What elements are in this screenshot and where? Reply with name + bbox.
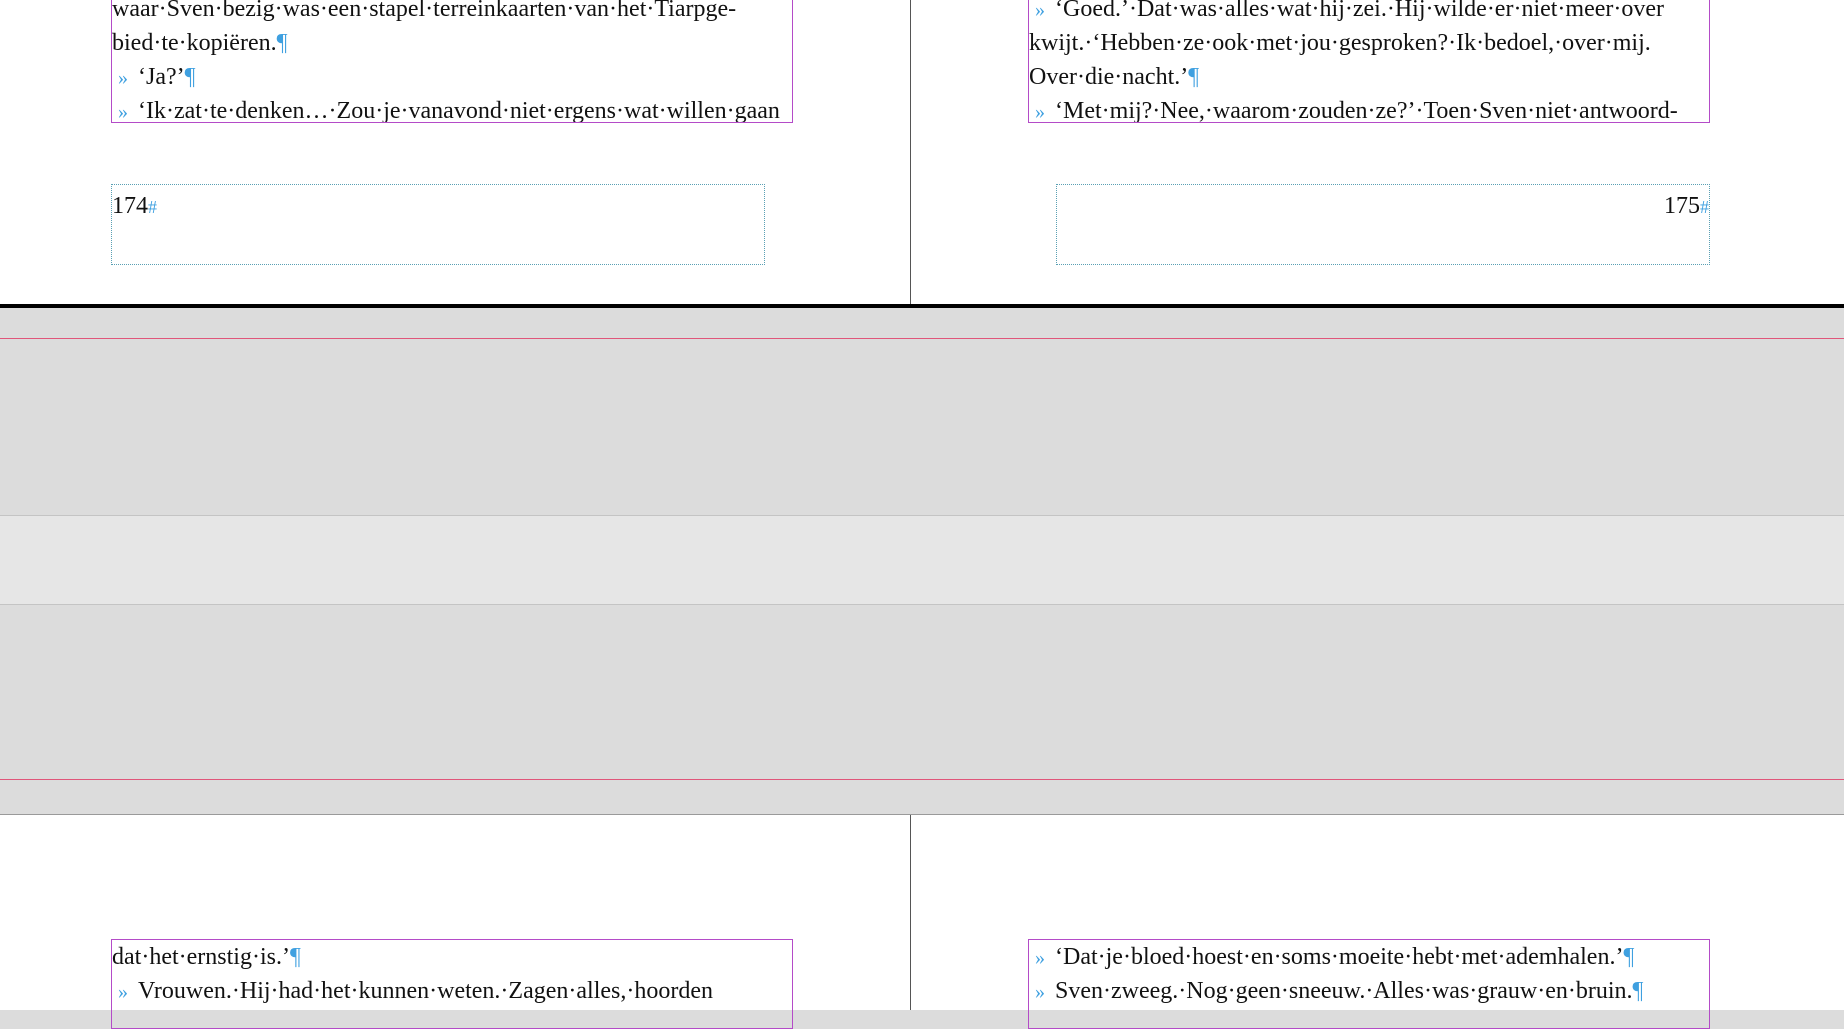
spread-bottom-edge [0, 304, 1844, 308]
folio-175: 175# [1664, 193, 1709, 220]
paragraph-marker-icon: » [118, 101, 128, 123]
pilcrow-icon: ¶ [1623, 944, 1635, 970]
line-text: ‘Ik·zat·te·denken…·Zou·je·vanavond·niet·… [138, 98, 780, 123]
folio-frame-page-175[interactable]: 175# [1056, 184, 1710, 265]
text-line[interactable]: dat·het·ernstig·is.’¶ [112, 940, 792, 974]
line-text: kwijt.·‘Hebben·ze·ook·met·jou·gesproken?… [1029, 30, 1651, 56]
paragraph-marker-icon: » [118, 67, 128, 89]
paragraph-marker-icon: » [1035, 101, 1045, 123]
text-line[interactable]: » ‘Met·mij?·Nee,·waarom·zouden·ze?’·Toen·… [1029, 94, 1709, 123]
line-text: Over·die·nacht.’ [1029, 64, 1189, 90]
folio-frame-page-174[interactable]: 174# [111, 184, 765, 265]
line-text: Sven·zweeg.·Nog·geen·sneeuw.·Alles·was·g… [1055, 978, 1633, 1004]
line-text: bied·te·kopiëren. [112, 30, 277, 56]
text-frame-page-176[interactable]: dat·het·ernstig·is.’¶ » Vrouwen.·Hij·had·h… [111, 939, 793, 1029]
text-line[interactable]: » Vrouwen.·Hij·had·het·kunnen·weten.·Zage… [112, 974, 792, 1008]
pilcrow-icon: ¶ [1188, 64, 1200, 90]
folio-174: 174# [112, 193, 157, 220]
text-line[interactable]: » ‘Dat·je·bloed·hoest·en·soms·moeite·hebt… [1029, 940, 1709, 974]
bleed-guide-top [0, 338, 1844, 339]
bleed-guide-bottom [0, 779, 1844, 780]
pilcrow-icon: ¶ [1632, 978, 1644, 1004]
text-line[interactable]: » ‘Ik·zat·te·denken…·Zou·je·vanavond·niet… [112, 94, 792, 123]
text-line[interactable]: Over·die·nacht.’¶ [1029, 60, 1709, 94]
folio-marker: # [148, 197, 157, 217]
folio-marker: # [1700, 197, 1709, 217]
line-text: waar·Sven·bezig·was·een·stapel·terreinka… [112, 0, 737, 22]
paragraph-marker-icon: » [1035, 981, 1045, 1003]
paragraph-marker-icon: » [1035, 0, 1045, 21]
paragraph-marker-icon: » [118, 981, 128, 1003]
text-line[interactable]: » ‘Ja?’¶ [112, 60, 792, 94]
text-frame-page-177[interactable]: » ‘Dat·je·bloed·hoest·en·soms·moeite·hebt… [1028, 939, 1710, 1029]
text-frame-page-175[interactable]: » ‘Goed.’·Dat·was·alles·wat·hij·zei.·Hij·… [1028, 0, 1710, 123]
pasteboard-band [0, 515, 1844, 605]
pilcrow-icon: ¶ [276, 30, 288, 56]
pilcrow-icon: ¶ [289, 944, 301, 970]
text-line[interactable]: kwijt.·‘Hebben·ze·ook·met·jou·gesproken?… [1029, 26, 1709, 60]
line-text: ‘Goed.’·Dat·was·alles·wat·hij·zei.·Hij·w… [1055, 0, 1665, 22]
line-text: ‘Ja?’ [138, 64, 185, 90]
text-line[interactable]: bied·te·kopiëren.¶ [112, 26, 792, 60]
text-line[interactable]: » ‘Goed.’·Dat·was·alles·wat·hij·zei.·Hij·… [1029, 0, 1709, 26]
text-frame-page-174[interactable]: waar·Sven·bezig·was·een·stapel·terreinka… [111, 0, 793, 123]
line-text: ‘Met·mij?·Nee,·waarom·zouden·ze?’·Toen·S… [1055, 98, 1678, 123]
text-line[interactable]: » Sven·zweeg.·Nog·geen·sneeuw.·Alles·was·… [1029, 974, 1709, 1008]
text-line[interactable]: waar·Sven·bezig·was·een·stapel·terreinka… [112, 0, 792, 26]
spread-spine-top [910, 0, 911, 305]
folio-number: 174 [112, 193, 148, 219]
folio-number: 175 [1664, 193, 1700, 219]
paragraph-marker-icon: » [1035, 947, 1045, 969]
spread-spine-bottom [910, 815, 911, 1010]
line-text: ‘Dat·je·bloed·hoest·en·soms·moeite·hebt·… [1055, 944, 1624, 970]
line-text: Vrouwen.·Hij·had·het·kunnen·weten.·Zagen… [138, 978, 713, 1004]
line-text: dat·het·ernstig·is.’ [112, 944, 290, 970]
pilcrow-icon: ¶ [184, 64, 196, 90]
